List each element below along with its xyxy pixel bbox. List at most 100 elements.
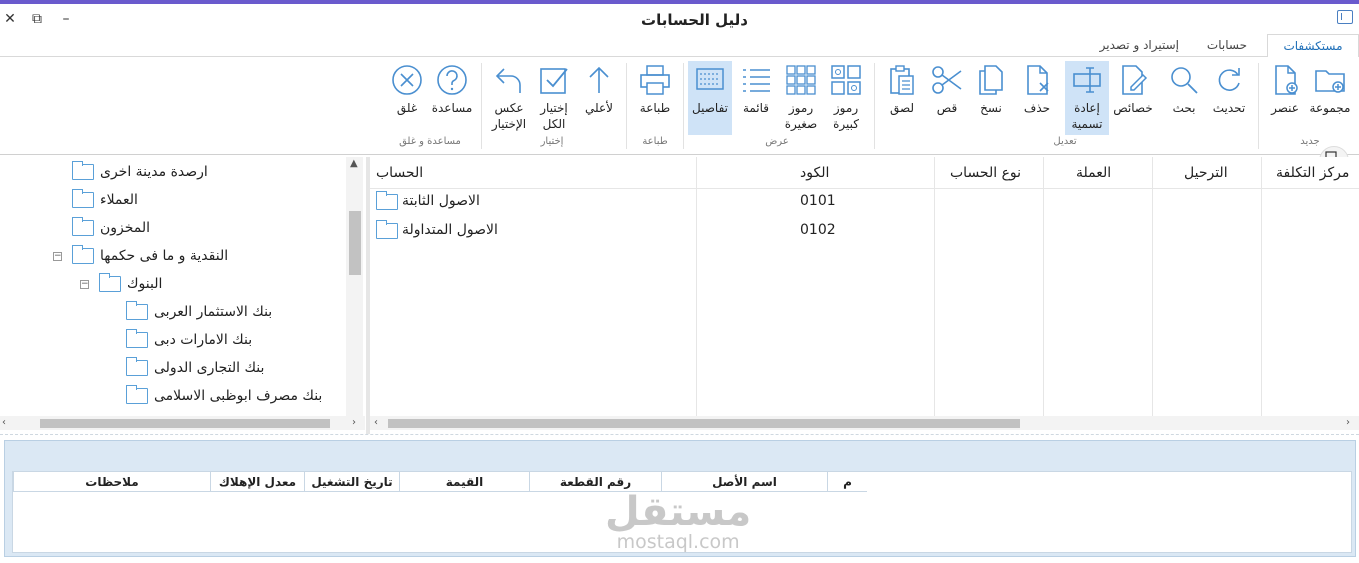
collapse-icon[interactable]: − [80,280,89,289]
accounts-grid[interactable]: الحساب الكود نوع الحساب العملة الترحيل م… [370,157,1359,417]
paste-button[interactable]: لصق [880,61,924,135]
column-header-notes[interactable]: ملاحظات [13,472,210,492]
help-label: مساعدة [431,101,473,115]
copy-label: نسخ [980,101,1002,115]
row-code: 0101 [800,193,836,209]
tree-horizontal-scrollbar[interactable]: ‹ › [0,416,365,430]
properties-label: خصائص [1113,101,1153,115]
cut-button[interactable]: قص [925,61,969,135]
tree-item[interactable]: العملاء [0,187,345,213]
group-separator [626,63,627,149]
refresh-button[interactable]: تحديث [1207,61,1251,135]
list-view-button[interactable]: قائمة [734,61,778,135]
up-label: لأعلي [585,101,613,115]
scroll-right-icon[interactable]: › [352,416,356,430]
delete-label: حذف [1023,101,1051,115]
question-icon [437,65,467,95]
help-button[interactable]: مساعدة [430,61,474,135]
grid-hscroll-thumb[interactable] [388,419,1020,428]
large-icons-label: رموز كبيرة [833,101,859,131]
group-separator [683,63,684,149]
column-divider [1043,157,1044,417]
tree-item[interactable]: بنك التجارى الدولى [0,355,345,381]
tree-item[interactable]: بنك الاستثمار العربى [0,299,345,325]
tree-item-label: بنك الامارات دبى [154,332,253,348]
tree-scroll-thumb[interactable] [349,211,361,275]
up-button[interactable]: لأعلي [577,61,621,135]
group-label-help: مساعدة و غلق [399,136,461,147]
row-code: 0102 [800,222,836,238]
column-header-account[interactable]: الحساب [376,157,423,189]
table-row[interactable]: الاصول المتداولة [374,216,498,245]
account-tree[interactable]: ارصدة مدينة اخرى العملاء المخزون − النقدية و… [0,157,365,434]
column-header-operation-date[interactable]: تاريخ التشغيل [304,472,399,492]
folder-icon [375,191,398,210]
collapse-icon[interactable]: − [53,252,62,261]
column-header-cost-center[interactable]: مركز التكلفة [1276,157,1349,189]
invert-selection-button[interactable]: عكس الإختيار [487,61,531,135]
invert-selection-label: عكس الإختيار [491,101,527,131]
column-divider [1261,157,1262,417]
column-header-currency[interactable]: العملة [1076,157,1111,189]
small-icons-icon [786,65,816,95]
scroll-right-icon[interactable]: › [1346,416,1350,430]
folder-icon [71,245,94,264]
tree-item-label: بنك مصرف ابوظبى الاسلامى [154,388,323,404]
watermark-url: mostaql.com [616,531,740,553]
watermark: مستقل mostaql.com [605,492,751,552]
delete-button[interactable]: حذف [1015,61,1059,135]
tree-vertical-scrollbar[interactable]: ▲ [346,157,363,417]
ribbon: مجموعة عنصر جديد تحديث بحث خصائص إعادة ت… [0,57,1359,155]
small-icons-button[interactable]: رموز صغيرة [779,61,823,135]
header-divider [370,188,1359,189]
close-circle-icon [392,65,422,95]
scroll-up-icon[interactable]: ▲ [350,157,358,171]
rename-button[interactable]: إعادة تسمية [1065,61,1109,135]
details-icon [696,68,724,90]
checkbox-icon [540,68,568,94]
close-button[interactable]: غلق [385,61,429,135]
properties-button[interactable]: خصائص [1111,61,1155,135]
panel-splitter[interactable] [0,434,1359,438]
folder-icon [71,161,94,180]
select-all-button[interactable]: إختيار الكل [532,61,576,135]
large-icons-button[interactable]: رموز كبيرة [824,61,868,135]
group-label-select: إختيار [540,136,564,147]
watermark-logo-text: مستقل [605,489,752,535]
tree-hscroll-thumb[interactable] [40,419,330,428]
details-view-label: تفاصيل [692,101,728,115]
new-group-button[interactable]: مجموعة [1308,61,1352,135]
tab-import-export[interactable]: إستيراد و تصدير [1092,34,1187,57]
tree-item[interactable]: ارصدة مدينة اخرى [0,159,345,185]
column-header-posting[interactable]: الترحيل [1184,157,1228,189]
tree-item[interactable]: بنك الامارات دبى [0,327,345,353]
details-view-button[interactable]: تفاصيل [688,61,732,135]
copy-icon [979,65,1003,95]
copy-button[interactable]: نسخ [969,61,1013,135]
tree-item[interactable]: المخزون [0,215,345,241]
column-header-depreciation-rate[interactable]: معدل الإهلاك [210,472,304,492]
tree-item-label: البنوك [127,276,163,292]
tab-accounts[interactable]: حسابات [1199,34,1255,57]
tree-item[interactable]: − النقدية و ما فى حكمها [0,243,345,269]
scroll-left-icon[interactable]: ‹ [2,416,6,430]
folder-icon [125,357,148,376]
printer-icon [640,65,670,95]
column-divider [934,157,935,417]
print-button[interactable]: طباعة [633,61,677,135]
column-header-number[interactable]: م [827,472,867,492]
column-header-code[interactable]: الكود [800,157,829,189]
grid-horizontal-scrollbar[interactable]: ‹ › [370,416,1359,430]
group-separator [481,63,482,149]
column-header-account-type[interactable]: نوع الحساب [950,157,1021,189]
tree-item[interactable]: بنك مصرف ابوظبى الاسلامى [0,383,345,409]
tab-explorers[interactable]: مستكشفات [1267,34,1359,58]
column-header-value[interactable]: القيمة [399,472,529,492]
new-item-label: عنصر [1271,101,1299,115]
scroll-left-icon[interactable]: ‹ [374,416,378,430]
new-group-label: مجموعة [1309,101,1351,115]
new-item-button[interactable]: عنصر [1263,61,1307,135]
tree-item[interactable]: − البنوك [0,271,345,297]
search-button[interactable]: بحث [1162,61,1206,135]
table-row[interactable]: الاصول الثابتة [374,187,480,216]
